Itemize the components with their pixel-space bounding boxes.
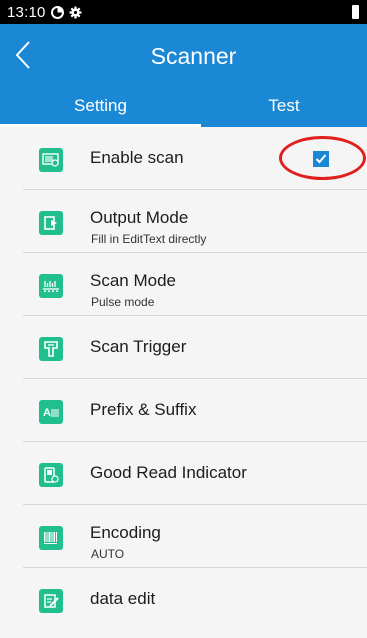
app-bar: Scanner Setting Test [0, 24, 367, 127]
data-saver-icon [50, 5, 64, 19]
setting-title: Scan Trigger [90, 337, 187, 356]
status-bar: 13:10 [0, 0, 367, 24]
setting-scan-trigger[interactable]: Scan Trigger [0, 316, 367, 379]
setting-output-mode[interactable]: Output Mode Fill in EditText directly [0, 190, 367, 253]
setting-title: Prefix & Suffix [90, 400, 197, 419]
battery-icon [352, 5, 359, 19]
back-button[interactable] [6, 35, 40, 75]
status-time: 13:10 [7, 3, 46, 21]
trigger-icon [39, 337, 63, 361]
barcode-icon [39, 526, 63, 550]
setting-prefix-suffix[interactable]: A Prefix & Suffix [0, 379, 367, 442]
setting-data-edit[interactable]: data edit [0, 568, 367, 631]
setting-title: Encoding [90, 523, 161, 542]
settings-gear-icon [69, 6, 82, 19]
output-mode-icon [39, 211, 63, 235]
tab-setting[interactable]: Setting [0, 89, 201, 123]
prefix-suffix-icon: A [39, 400, 63, 424]
setting-subtitle: Fill in EditText directly [91, 232, 207, 246]
setting-title: Output Mode [90, 208, 189, 227]
enable-scan-checkbox[interactable] [313, 151, 329, 167]
back-arrow-icon [15, 41, 30, 69]
scanner-icon [39, 148, 63, 172]
svg-text:A: A [43, 407, 51, 419]
setting-scan-mode[interactable]: Scan Mode Pulse mode [0, 253, 367, 316]
setting-title: data edit [90, 589, 156, 608]
setting-enable-scan[interactable]: Enable scan [0, 127, 367, 190]
setting-subtitle: AUTO [91, 547, 125, 561]
good-read-icon [39, 463, 63, 487]
tab-test[interactable]: Test [201, 89, 367, 123]
page-title: Scanner [150, 43, 237, 69]
setting-title: Enable scan [90, 148, 184, 167]
setting-title: Good Read Indicator [90, 463, 247, 482]
edit-icon [39, 589, 63, 613]
setting-subtitle: Pulse mode [91, 295, 155, 309]
setting-title: Scan Mode [90, 271, 176, 290]
scan-mode-icon [39, 274, 63, 298]
setting-encoding[interactable]: Encoding AUTO [0, 505, 367, 568]
setting-good-read-indicator[interactable]: Good Read Indicator [0, 442, 367, 505]
